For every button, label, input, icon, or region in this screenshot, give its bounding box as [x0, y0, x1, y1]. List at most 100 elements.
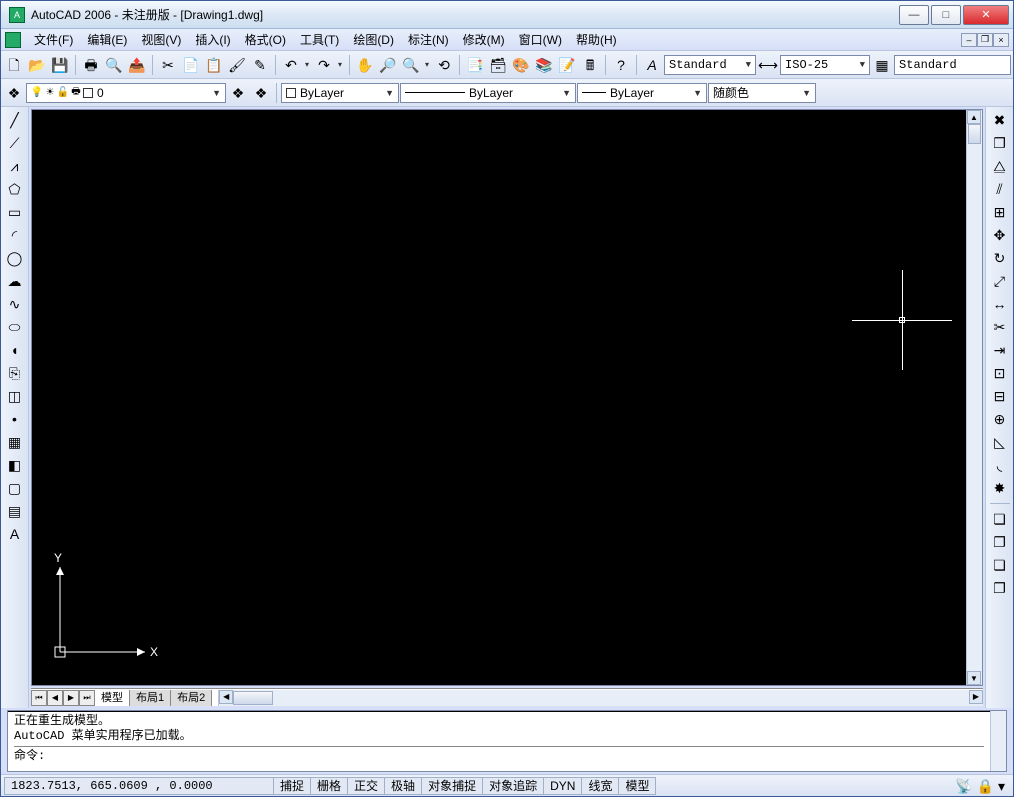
quickcalc-button[interactable]: 🖩 — [579, 54, 601, 76]
designcenter-button[interactable]: 🗃 — [487, 54, 509, 76]
layer-properties-button[interactable]: ❖ — [3, 82, 25, 104]
blockeditor-button[interactable]: ✎ — [249, 54, 271, 76]
mdi-close-button[interactable]: × — [993, 33, 1009, 47]
zoom-realtime-button[interactable]: 🔎 — [377, 54, 399, 76]
break-at-point-button[interactable]: ⊡ — [989, 362, 1011, 384]
grid-toggle[interactable]: 栅格 — [310, 777, 348, 795]
markup-button[interactable]: 📝 — [556, 54, 578, 76]
zoom-window-button[interactable]: 🔍▾ — [400, 54, 432, 76]
region-button[interactable]: ▢ — [4, 477, 26, 499]
draworder-button[interactable]: ❏ — [989, 508, 1011, 530]
layer-previous-button[interactable]: ❖ — [227, 82, 249, 104]
zoom-previous-button[interactable]: ⟲ — [433, 54, 455, 76]
dimstyle-button[interactable]: ⟷ — [757, 54, 779, 76]
document-icon[interactable] — [5, 32, 21, 48]
rectangle-button[interactable]: ▭ — [4, 201, 26, 223]
tray-settings-icon[interactable]: ▾ — [998, 779, 1005, 793]
toolpalettes-button[interactable]: 🎨 — [510, 54, 532, 76]
scroll-right-button[interactable]: ▶ — [969, 690, 983, 704]
tab-first-button[interactable]: ⏮ — [31, 690, 47, 706]
minimize-button[interactable]: — — [899, 5, 929, 25]
linetype-combo[interactable]: ByLayer ▼ — [400, 83, 576, 103]
arc-button[interactable]: ◜ — [4, 224, 26, 246]
menu-window[interactable]: 窗口(W) — [512, 29, 569, 50]
menu-dimension[interactable]: 标注(N) — [401, 29, 456, 50]
mtext-button[interactable]: A — [4, 523, 26, 545]
tab-prev-button[interactable]: ◀ — [47, 690, 63, 706]
matchprop-button[interactable]: 🖌 — [226, 54, 248, 76]
chamfer-button[interactable]: ◺ — [989, 431, 1011, 453]
join-button[interactable]: ⊕ — [989, 408, 1011, 430]
model-toggle[interactable]: 模型 — [618, 777, 656, 795]
revcloud-button[interactable]: ☁ — [4, 270, 26, 292]
point-button[interactable]: • — [4, 408, 26, 430]
move-button[interactable]: ✥ — [989, 224, 1011, 246]
plotstyle-combo[interactable]: 随颜色 ▼ — [708, 83, 816, 103]
horizontal-scrollbar[interactable]: ◀ ▶ — [218, 690, 983, 706]
make-block-button[interactable]: ◫ — [4, 385, 26, 407]
stretch-button[interactable]: ↔ — [989, 293, 1011, 315]
gradient-button[interactable]: ◧ — [4, 454, 26, 476]
dimstyle-combo[interactable]: ISO-25▼ — [780, 55, 870, 75]
otrack-toggle[interactable]: 对象追踪 — [482, 777, 544, 795]
erase-button[interactable]: ✖ — [989, 109, 1011, 131]
ellipse-arc-button[interactable]: ◖ — [4, 339, 26, 361]
hatch-button[interactable]: ▦ — [4, 431, 26, 453]
help-button[interactable]: ? — [610, 54, 632, 76]
polygon-button[interactable]: ⬠ — [4, 178, 26, 200]
menu-view[interactable]: 视图(V) — [134, 29, 188, 50]
communication-icon[interactable]: 📡 — [955, 779, 972, 793]
explode-button[interactable]: ✸ — [989, 477, 1011, 499]
tab-model[interactable]: 模型 — [95, 690, 130, 706]
close-button[interactable]: ✕ — [963, 5, 1009, 25]
osnap-toggle[interactable]: 对象捕捉 — [421, 777, 483, 795]
tablestyle-combo[interactable]: Standard — [894, 55, 1011, 75]
offset-button[interactable]: ⫽ — [989, 178, 1011, 200]
undo-button[interactable]: ↶▾ — [280, 54, 312, 76]
plot-preview-button[interactable]: 🔍 — [103, 54, 125, 76]
line-button[interactable]: ╱ — [4, 109, 26, 131]
layer-combo[interactable]: 💡 ☀ 🔓 🖶 0 ▼ — [26, 83, 226, 103]
layer-states-button[interactable]: ❖ — [250, 82, 272, 104]
lwt-toggle[interactable]: 线宽 — [581, 777, 619, 795]
color-combo[interactable]: ByLayer ▼ — [281, 83, 399, 103]
publish-button[interactable]: 📤 — [126, 54, 148, 76]
scroll-thumb[interactable] — [968, 124, 981, 144]
chevron-down-icon[interactable]: ▾ — [422, 60, 432, 69]
textstyle-combo[interactable]: Standard▼ — [664, 55, 756, 75]
menu-tools[interactable]: 工具(T) — [293, 29, 346, 50]
save-button[interactable]: 💾 — [49, 54, 71, 76]
command-scrollbar[interactable] — [990, 711, 1006, 771]
chevron-down-icon[interactable]: ▾ — [335, 60, 345, 69]
draworder-above-button[interactable]: ❏ — [989, 554, 1011, 576]
rotate-button[interactable]: ↻ — [989, 247, 1011, 269]
menu-insert[interactable]: 插入(I) — [188, 29, 237, 50]
scroll-down-button[interactable]: ▼ — [967, 671, 981, 685]
scroll-thumb[interactable] — [233, 691, 273, 705]
sheetset-button[interactable]: 📚 — [533, 54, 555, 76]
tab-last-button[interactable]: ⏭ — [79, 690, 95, 706]
scale-button[interactable]: ⤢ — [989, 270, 1011, 292]
vertical-scrollbar[interactable]: ▲ ▼ — [966, 110, 982, 685]
construction-line-button[interactable]: ⟋ — [4, 132, 26, 154]
ortho-toggle[interactable]: 正交 — [347, 777, 385, 795]
table-button[interactable]: ▤ — [4, 500, 26, 522]
scroll-up-button[interactable]: ▲ — [967, 110, 981, 124]
plot-button[interactable]: 🖶 — [80, 54, 102, 76]
copy-object-button[interactable]: ❐ — [989, 132, 1011, 154]
redo-button[interactable]: ↷▾ — [313, 54, 345, 76]
insert-block-button[interactable]: ⎘ — [4, 362, 26, 384]
ellipse-button[interactable]: ⬭ — [4, 316, 26, 338]
copy-button[interactable]: 📄 — [180, 54, 202, 76]
mirror-button[interactable]: ⧋ — [989, 155, 1011, 177]
lineweight-combo[interactable]: ByLayer ▼ — [577, 83, 707, 103]
textstyle-button[interactable]: A — [641, 54, 663, 76]
array-button[interactable]: ⊞ — [989, 201, 1011, 223]
menu-edit[interactable]: 编辑(E) — [80, 29, 134, 50]
mdi-minimize-button[interactable]: – — [961, 33, 977, 47]
tab-layout2[interactable]: 布局2 — [171, 690, 212, 706]
menu-modify[interactable]: 修改(M) — [456, 29, 512, 50]
menu-file[interactable]: 文件(F) — [27, 29, 80, 50]
draworder-back-button[interactable]: ❐ — [989, 531, 1011, 553]
qnew-button[interactable]: 🗋 — [3, 54, 25, 76]
